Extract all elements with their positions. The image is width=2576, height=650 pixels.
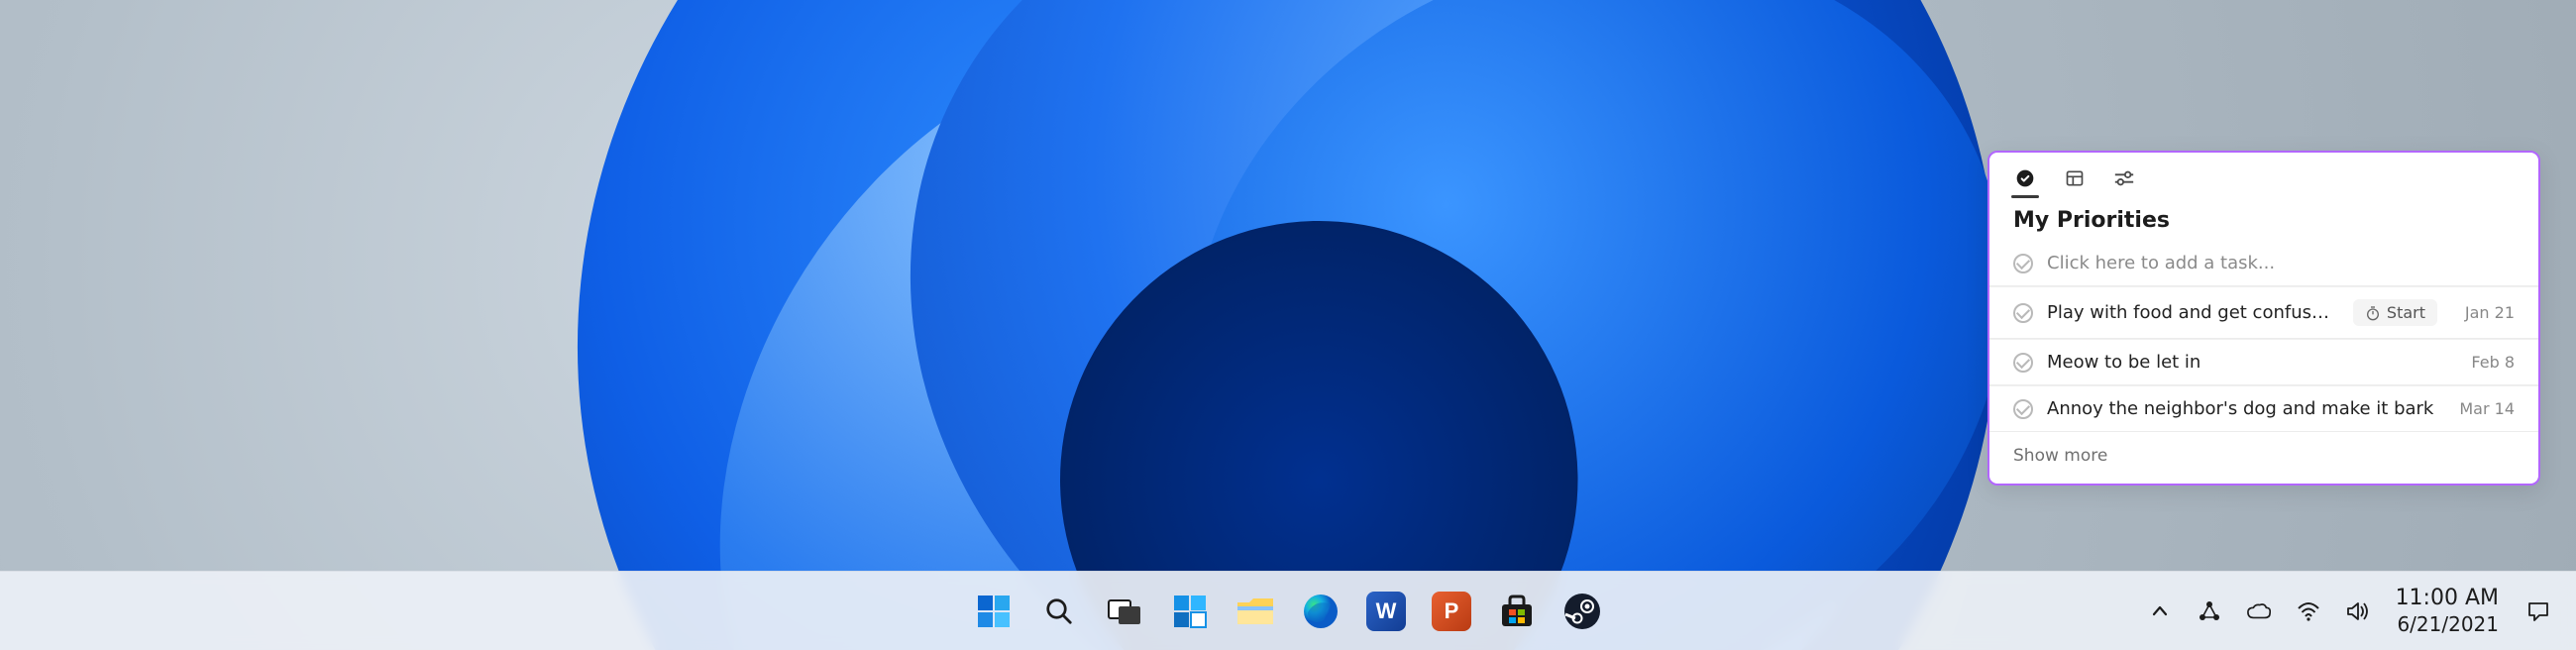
- store-icon: [1498, 593, 1536, 630]
- edge-icon: [1302, 593, 1340, 630]
- priorities-widget: My Priorities Click here to add a task..…: [1987, 151, 2540, 486]
- widget-tabs: [1989, 153, 2538, 200]
- add-task-placeholder: Click here to add a task...: [2047, 253, 2515, 273]
- task-date: Feb 8: [2451, 353, 2515, 372]
- stopwatch-icon: [2365, 305, 2381, 321]
- task-text: Play with food and get confused by own t…: [2047, 302, 2339, 323]
- word-button[interactable]: W: [1362, 588, 1410, 635]
- task-list: Click here to add a task... Play with fo…: [1989, 241, 2538, 431]
- taskbar: W P: [0, 571, 2576, 650]
- check-circle-icon: [2015, 168, 2035, 188]
- widget-title: My Priorities: [1989, 200, 2538, 241]
- widgets-icon: [1172, 594, 1208, 629]
- share-nodes-icon: [2199, 600, 2220, 622]
- chevron-up-icon: [2151, 602, 2169, 620]
- tray-sound-button[interactable]: [2346, 599, 2370, 623]
- task-text: Annoy the neighbor's dog and make it bar…: [2047, 398, 2437, 419]
- task-check-icon[interactable]: [2013, 254, 2033, 273]
- steam-icon: [1563, 593, 1601, 630]
- show-more-button[interactable]: Show more: [1989, 432, 2538, 484]
- task-row[interactable]: Annoy the neighbor's dog and make it bar…: [1989, 385, 2538, 431]
- tray-onedrive-button[interactable]: [2247, 599, 2271, 623]
- task-view-icon: [1108, 596, 1141, 626]
- tray-overflow-button[interactable]: [2148, 599, 2172, 623]
- edge-button[interactable]: [1297, 588, 1344, 635]
- sliders-icon: [2113, 168, 2135, 188]
- widget-tab-settings[interactable]: [2112, 166, 2136, 190]
- widget-tab-tasks[interactable]: [2013, 166, 2037, 190]
- add-task-row[interactable]: Click here to add a task...: [1989, 241, 2538, 285]
- windows-icon: [976, 594, 1012, 629]
- task-start-label: Start: [2387, 303, 2425, 322]
- tray-share-button[interactable]: [2198, 599, 2221, 623]
- wifi-icon: [2297, 601, 2320, 621]
- chat-icon: [2526, 600, 2550, 622]
- taskbar-clock[interactable]: 11:00 AM 6/21/2021: [2396, 585, 2499, 637]
- folder-icon: [1235, 595, 1275, 628]
- start-button[interactable]: [970, 588, 1018, 635]
- tray-network-button[interactable]: [2297, 599, 2320, 623]
- file-explorer-button[interactable]: [1232, 588, 1279, 635]
- task-check-icon[interactable]: [2013, 303, 2033, 323]
- taskbar-apps: W P: [970, 588, 1606, 635]
- clock-time: 11:00 AM: [2396, 585, 2499, 612]
- clock-date: 6/21/2021: [2396, 612, 2499, 637]
- microsoft-store-button[interactable]: [1493, 588, 1541, 635]
- search-icon: [1044, 596, 1074, 626]
- task-text: Meow to be let in: [2047, 352, 2437, 373]
- speaker-icon: [2346, 600, 2370, 622]
- task-row[interactable]: Meow to be let in Feb 8: [1989, 339, 2538, 384]
- task-view-button[interactable]: [1101, 588, 1148, 635]
- powerpoint-icon: P: [1432, 592, 1471, 631]
- word-icon: W: [1366, 592, 1406, 631]
- widgets-button[interactable]: [1166, 588, 1214, 635]
- task-date: Mar 14: [2451, 399, 2515, 418]
- task-check-icon[interactable]: [2013, 353, 2033, 373]
- cloud-icon: [2247, 602, 2271, 620]
- task-date: Jan 21: [2451, 303, 2515, 322]
- search-button[interactable]: [1035, 588, 1083, 635]
- powerpoint-button[interactable]: P: [1428, 588, 1475, 635]
- notifications-button[interactable]: [2524, 597, 2552, 625]
- steam-button[interactable]: [1558, 588, 1606, 635]
- task-row[interactable]: Play with food and get confused by own t…: [1989, 286, 2538, 338]
- layout-icon: [2065, 168, 2085, 188]
- system-tray: 11:00 AM 6/21/2021: [2148, 585, 2552, 637]
- task-check-icon[interactable]: [2013, 399, 2033, 419]
- task-start-button[interactable]: Start: [2353, 299, 2437, 326]
- widget-tab-layout[interactable]: [2063, 166, 2087, 190]
